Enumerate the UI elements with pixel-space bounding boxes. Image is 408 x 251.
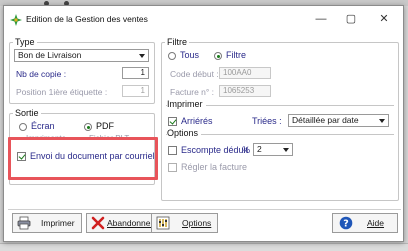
aide-button[interactable]: ? Aide <box>332 213 398 233</box>
code-debut-field[interactable]: 100AA0 <box>219 67 271 79</box>
close-button[interactable]: ✕ <box>369 10 399 28</box>
highlight-box <box>8 137 158 180</box>
options-label: Options <box>182 218 212 228</box>
code-debut-label: Code début : <box>170 69 219 79</box>
regler-checkbox[interactable] <box>168 163 177 172</box>
percent-value: 2 <box>257 144 262 154</box>
options-icon <box>156 216 170 230</box>
chevron-down-icon <box>139 54 145 58</box>
app-icon <box>10 14 22 26</box>
escompte-label: Escompte déduit <box>181 145 249 155</box>
minimize-button[interactable]: — <box>306 10 336 28</box>
document-type-value: Bon de Livraison <box>18 50 82 60</box>
imprimer-label: Imprimer <box>41 218 75 228</box>
abandonner-button[interactable]: Abandonner <box>86 213 156 233</box>
triees-value: Détaillée par date <box>292 115 359 125</box>
maximize-button[interactable]: ▢ <box>336 10 366 28</box>
options-button[interactable]: Options <box>151 213 218 233</box>
triees-label: Triées : <box>252 116 282 126</box>
sortie-group-label: Sortie <box>13 108 41 118</box>
ecran-label: Écran <box>31 121 55 131</box>
cancel-x-icon <box>91 216 105 230</box>
imprimer-section-label: Imprimer <box>167 99 206 109</box>
aide-label: Aide <box>367 218 385 228</box>
button-bar-divider <box>8 209 401 210</box>
printer-icon <box>17 216 31 230</box>
filtre-label: Filtre <box>226 50 246 60</box>
svg-text:?: ? <box>343 218 349 229</box>
regler-label: Régler la facture <box>181 162 248 172</box>
help-icon: ? <box>339 216 353 229</box>
label-position-field[interactable]: 1 <box>122 85 149 97</box>
label-position-label: Position 1ière étiquette : <box>16 87 108 97</box>
chevron-down-icon <box>379 119 385 123</box>
facture-label: Facture n° : <box>170 87 215 97</box>
pdf-radio[interactable] <box>84 123 92 131</box>
imprimer-button[interactable]: Imprimer <box>12 213 82 233</box>
title-bar[interactable]: Edition de la Gestion des ventes — ▢ ✕ <box>4 6 403 33</box>
percent-select[interactable]: 2 <box>253 143 293 156</box>
filtre-radio[interactable] <box>214 52 222 60</box>
arrieres-label: Arriérés <box>181 116 213 126</box>
background-app-statusbar <box>0 243 408 251</box>
copies-label: Nb de copie : <box>16 69 67 79</box>
copies-field[interactable]: 1 <box>122 67 149 79</box>
pdf-label: PDF <box>96 121 114 131</box>
ecran-radio[interactable] <box>19 123 27 131</box>
abandonner-label: Abandonner <box>107 218 154 228</box>
options-section-label: Options <box>167 128 202 138</box>
document-type-select[interactable]: Bon de Livraison <box>14 49 149 62</box>
window-title: Edition de la Gestion des ventes <box>26 14 148 24</box>
percent-label: % <box>242 145 251 155</box>
tous-radio[interactable] <box>168 52 176 60</box>
chevron-down-icon <box>283 148 289 152</box>
filtre-group-label: Filtre <box>165 37 189 47</box>
tous-label: Tous <box>180 50 200 60</box>
dialog-window: Edition de la Gestion des ventes — ▢ ✕ T… <box>3 5 404 242</box>
escompte-checkbox[interactable] <box>168 146 177 155</box>
type-group-label: Type <box>13 37 37 47</box>
arrieres-checkbox[interactable] <box>168 117 177 126</box>
triees-select[interactable]: Détaillée par date <box>288 114 389 127</box>
facture-field[interactable]: 1065253 <box>219 85 271 97</box>
